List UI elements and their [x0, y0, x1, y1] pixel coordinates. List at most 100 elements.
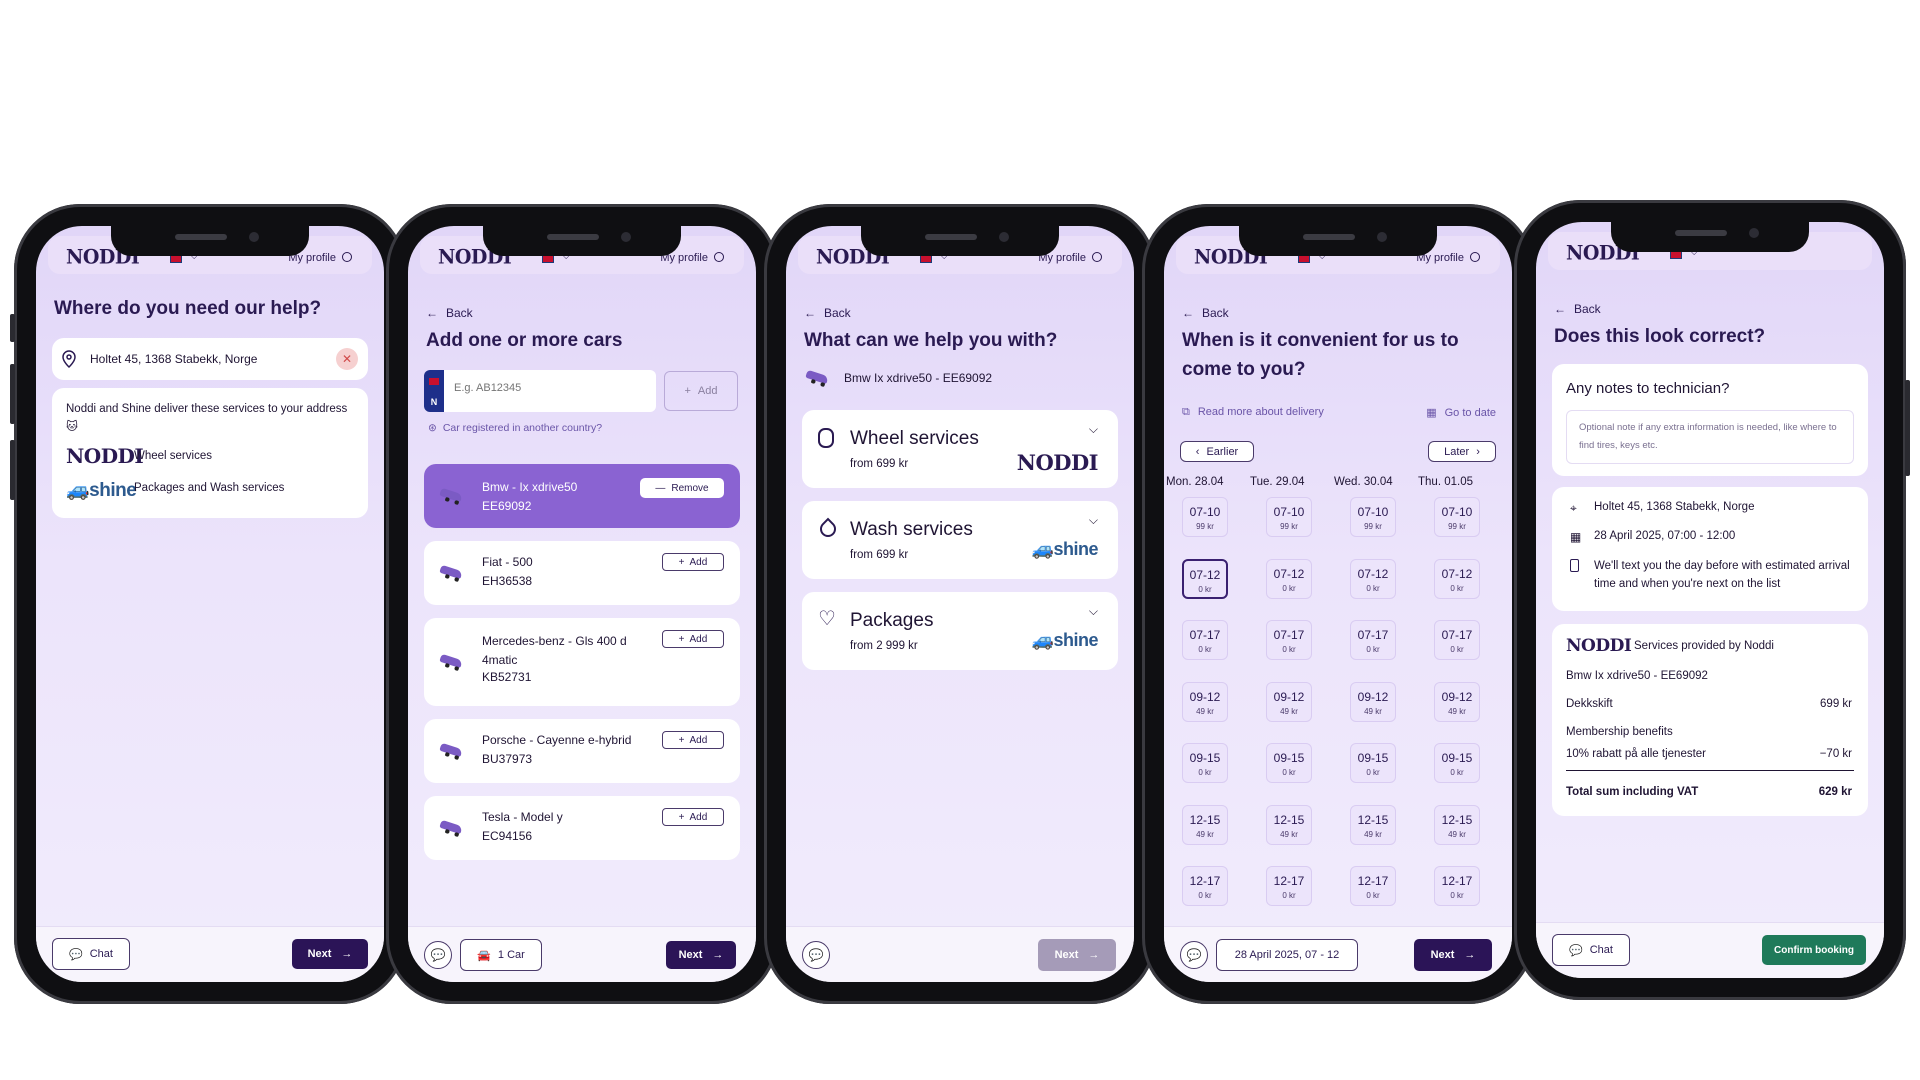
slot-time: 07-10 [1273, 505, 1305, 519]
time-slot[interactable]: 12-17 0 kr [1266, 866, 1312, 906]
service-card-packages[interactable]: ♡ Packages from 2 999 kr ⌵ 🚙shine [802, 592, 1118, 670]
time-slot[interactable]: 12-15 49 kr [1350, 804, 1396, 845]
time-slot[interactable]: 09-12 49 kr [1350, 681, 1396, 722]
time-slot[interactable]: 07-10 99 kr [1434, 497, 1480, 537]
chat-button[interactable]: 💬 Chat [52, 938, 130, 970]
time-slot[interactable]: 07-17 0 kr [1434, 620, 1480, 660]
car-plate: EH36538 [482, 574, 533, 588]
benefit-label: 10% rabatt på alle tjenester [1566, 748, 1707, 760]
back-link[interactable]: ← Back [804, 306, 851, 320]
next-button-disabled[interactable]: Next → [1038, 939, 1116, 971]
slot-price: 99 kr [1280, 522, 1298, 531]
uk-flag-icon[interactable] [542, 255, 554, 263]
add-car-button[interactable]: + Add [662, 630, 724, 648]
selected-time-summary[interactable]: 28 April 2025, 07 - 12 [1216, 939, 1358, 971]
plate-input-field[interactable] [454, 382, 644, 394]
clear-address-button[interactable]: ✕ [336, 348, 358, 370]
later-button[interactable]: Later › [1428, 441, 1496, 462]
read-more-link[interactable]: ⧉ Read more about delivery [1182, 406, 1324, 419]
back-link[interactable]: ← Back [1554, 302, 1601, 316]
uk-flag-icon[interactable] [920, 255, 932, 263]
uk-flag-icon[interactable] [170, 255, 182, 263]
address-value: Holtet 45, 1368 Stabekk, Norge [90, 352, 258, 366]
page-title: What can we help you with? [804, 330, 1058, 351]
next-button[interactable]: Next → [1414, 939, 1492, 971]
confirm-booking-button[interactable]: Confirm booking [1762, 935, 1866, 965]
time-slot[interactable]: 09-15 0 kr [1350, 743, 1396, 783]
time-slot[interactable]: 12-15 49 kr [1182, 804, 1228, 845]
slot-time: 12-17 [1357, 874, 1389, 888]
time-slot[interactable]: 07-17 0 kr [1182, 620, 1228, 660]
globe-icon: ⊛ [428, 422, 437, 434]
notes-textarea[interactable]: Optional note if any extra information i… [1566, 410, 1854, 464]
time-slot[interactable]: 07-10 99 kr [1182, 497, 1228, 537]
back-link[interactable]: ← Back [1182, 306, 1229, 320]
car-card[interactable]: Mercedes-benz - Gls 400 d 4matic KB52731… [424, 618, 740, 706]
time-slot[interactable]: 07-10 99 kr [1350, 497, 1396, 537]
time-slot[interactable]: 09-15 0 kr [1266, 743, 1312, 783]
footer-bar: 💬 🚘 1 Car Next → [408, 926, 756, 982]
time-slot[interactable]: 07-17 0 kr [1350, 620, 1396, 660]
slot-time: 12-17 [1441, 874, 1473, 888]
time-slot[interactable]: 09-12 49 kr [1434, 681, 1480, 722]
time-slot[interactable]: 12-17 0 kr [1434, 866, 1480, 906]
slot-price: 0 kr [1366, 645, 1380, 654]
chat-icon[interactable]: 💬 [424, 941, 452, 969]
next-button[interactable]: Next → [292, 939, 368, 969]
add-car-button[interactable]: + Add [662, 553, 724, 571]
foreign-car-link[interactable]: ⊛ Car registered in another country? [428, 422, 602, 434]
chevron-down-icon[interactable]: ⌵ [1089, 513, 1098, 528]
slot-time: 12-15 [1189, 812, 1221, 827]
time-slot[interactable]: 12-15 49 kr [1266, 804, 1312, 845]
chevron-down-icon[interactable]: ⌵ [1089, 422, 1098, 437]
summary-address: Holtet 45, 1368 Stabekk, Norge [1594, 501, 1755, 513]
time-slot-selected[interactable]: 07-12 0 kr [1182, 558, 1228, 599]
price-summary-card: NODDI Services provided by Noddi Bmw Ix … [1552, 624, 1868, 816]
next-button[interactable]: Next → [666, 941, 736, 969]
remove-car-button[interactable]: — Remove [640, 478, 724, 498]
time-slot[interactable]: 07-12 0 kr [1350, 558, 1396, 599]
go-to-date-link[interactable]: ▦ Go to date [1426, 406, 1496, 419]
time-slot[interactable]: 07-12 0 kr [1266, 558, 1312, 599]
service-card-wash[interactable]: Wash services from 699 kr ⌵ 🚙shine [802, 501, 1118, 579]
day-header: Thu. 01.05 [1418, 476, 1473, 488]
time-slot[interactable]: 12-17 0 kr [1182, 866, 1228, 906]
slot-time: 12-15 [1273, 812, 1305, 827]
car-card[interactable]: Fiat - 500 EH36538 + Add [424, 541, 740, 605]
slot-time: 07-17 [1273, 628, 1305, 642]
car-card[interactable]: Porsche - Cayenne e-hybrid BU37973 + Add [424, 719, 740, 783]
time-slot[interactable]: 07-12 0 kr [1434, 558, 1480, 599]
uk-flag-icon[interactable] [1670, 251, 1682, 259]
time-slot[interactable]: 09-15 0 kr [1182, 743, 1228, 783]
time-slot[interactable]: 09-12 49 kr [1182, 681, 1228, 722]
earlier-button[interactable]: ‹ Earlier [1180, 441, 1254, 462]
notes-title: Any notes to technician? [1566, 380, 1730, 397]
slot-time: 07-10 [1189, 505, 1221, 519]
chat-button[interactable]: 💬 Chat [1552, 934, 1630, 966]
time-slot[interactable]: 12-17 0 kr [1350, 866, 1396, 906]
address-field[interactable]: Holtet 45, 1368 Stabekk, Norge ✕ [52, 338, 368, 380]
time-slot[interactable]: 07-17 0 kr [1266, 620, 1312, 660]
car-card[interactable]: Tesla - Model y EC94156 + Add [424, 796, 740, 860]
back-link[interactable]: ← Back [426, 306, 473, 320]
add-plate-button[interactable]: + Add [664, 371, 738, 411]
chevron-down-icon[interactable]: ⌵ [1089, 604, 1098, 619]
screen-time-slots: NODDI ⌵ My profile ← Back When is it conv… [1164, 226, 1512, 982]
time-slot[interactable]: 09-15 0 kr [1434, 743, 1480, 783]
selected-car-card[interactable]: Bmw - Ix xdrive50 EE69092 — Remove [424, 464, 740, 528]
screen-cars: NODDI ⌵ My profile ← Back Add one or more… [408, 226, 756, 982]
time-slot[interactable]: 07-10 99 kr [1266, 497, 1312, 537]
car-count-button[interactable]: 🚘 1 Car [460, 939, 542, 971]
uk-flag-icon[interactable] [1298, 255, 1310, 263]
service-card-wheel[interactable]: Wheel services from 699 kr ⌵ NODDI [802, 410, 1118, 488]
time-slot[interactable]: 12-15 49 kr [1434, 804, 1480, 845]
slot-price: 49 kr [1448, 829, 1466, 839]
plate-input[interactable]: N [424, 370, 656, 412]
slot-time: 09-12 [1441, 689, 1473, 704]
time-slot[interactable]: 09-12 49 kr [1266, 681, 1312, 722]
notes-card: Any notes to technician? Optional note i… [1552, 364, 1868, 476]
add-car-button[interactable]: + Add [662, 808, 724, 826]
chat-icon[interactable]: 💬 [1180, 941, 1208, 969]
chat-icon[interactable]: 💬 [802, 941, 830, 969]
add-car-button[interactable]: + Add [662, 731, 724, 749]
